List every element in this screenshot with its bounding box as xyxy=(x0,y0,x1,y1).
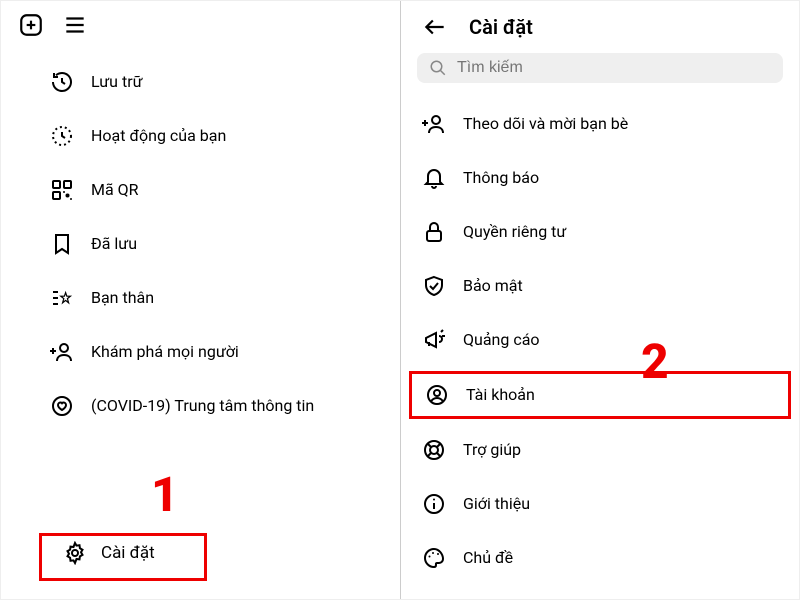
settings-item-security[interactable]: Bảo mật xyxy=(401,259,799,313)
menu-item-label: Lưu trữ xyxy=(91,72,380,91)
settings-item-label: Chủ đề xyxy=(463,548,779,567)
lock-icon xyxy=(421,219,447,245)
bottom-settings-container: Cài đặt xyxy=(49,531,169,575)
menu-item-label: Mã QR xyxy=(91,180,380,199)
settings-item-label: Thông báo xyxy=(463,168,779,187)
settings-item-label: Quyền riêng tư xyxy=(463,222,779,241)
shield-icon xyxy=(421,273,447,299)
archive-icon xyxy=(49,69,75,95)
bell-icon xyxy=(421,165,447,191)
info-icon xyxy=(421,491,447,517)
search-input[interactable] xyxy=(457,59,771,77)
menu-item-qr-code[interactable]: Mã QR xyxy=(1,163,400,217)
settings-item-label: Tài khoản xyxy=(466,385,776,404)
activity-icon xyxy=(49,123,75,149)
settings-panel: Cài đặt Theo dõi và mời bạn bè xyxy=(400,1,799,599)
profile-menu-list: Lưu trữ Hoạt động của bạn xyxy=(1,49,400,439)
hamburger-menu-button[interactable] xyxy=(61,11,89,39)
add-person-icon xyxy=(421,111,447,137)
settings-item-label: Quảng cáo xyxy=(463,330,779,349)
settings-item-ads[interactable]: Quảng cáo xyxy=(401,313,799,367)
menu-item-label: Hoạt động của bạn xyxy=(91,126,380,145)
callout-number-1: 1 xyxy=(151,466,179,523)
settings-item-label: Bảo mật xyxy=(463,276,779,295)
settings-item-label: Theo dõi và mời bạn bè xyxy=(463,114,779,133)
heart-circle-icon xyxy=(49,393,75,419)
account-icon xyxy=(424,382,450,408)
menu-item-close-friends[interactable]: Bạn thân xyxy=(1,271,400,325)
back-button[interactable] xyxy=(421,13,449,41)
menu-item-covid-info[interactable]: (COVID-19) Trung tâm thông tin xyxy=(1,379,400,433)
search-icon xyxy=(429,59,447,77)
top-bar xyxy=(1,1,400,49)
settings-label: Cài đặt xyxy=(101,543,155,563)
settings-item-follow-invite[interactable]: Theo dõi và mời bạn bè xyxy=(401,97,799,151)
menu-item-label: Đã lưu xyxy=(91,234,380,253)
lifebuoy-icon xyxy=(421,437,447,463)
settings-list: Theo dõi và mời bạn bè Thông báo Quyền r… xyxy=(401,91,799,591)
qr-icon xyxy=(49,177,75,203)
profile-menu-panel: Lưu trữ Hoạt động của bạn xyxy=(1,1,400,599)
megaphone-icon xyxy=(421,327,447,353)
settings-item-notifications[interactable]: Thông báo xyxy=(401,151,799,205)
menu-item-label: Bạn thân xyxy=(91,288,380,307)
settings-item-privacy[interactable]: Quyền riêng tư xyxy=(401,205,799,259)
menu-item-activity[interactable]: Hoạt động của bạn xyxy=(1,109,400,163)
settings-item-label: Trợ giúp xyxy=(463,440,779,459)
page-title: Cài đặt xyxy=(469,15,533,39)
add-person-icon xyxy=(49,339,75,365)
bookmark-icon xyxy=(49,231,75,257)
menu-item-label: Khám phá mọi người xyxy=(91,342,380,361)
menu-item-archive[interactable]: Lưu trữ xyxy=(1,55,400,109)
gear-icon xyxy=(63,541,87,565)
settings-item-account[interactable]: Tài khoản xyxy=(409,371,791,419)
menu-item-label: (COVID-19) Trung tâm thông tin xyxy=(91,396,380,415)
settings-item-about[interactable]: Giới thiệu xyxy=(401,477,799,531)
menu-item-saved[interactable]: Đã lưu xyxy=(1,217,400,271)
menu-item-discover-people[interactable]: Khám phá mọi người xyxy=(1,325,400,379)
menu-item-settings[interactable]: Cài đặt xyxy=(49,531,169,575)
settings-item-theme[interactable]: Chủ đề xyxy=(401,531,799,585)
create-post-button[interactable] xyxy=(17,11,45,39)
settings-item-label: Giới thiệu xyxy=(463,494,779,513)
search-bar[interactable] xyxy=(417,53,783,83)
palette-icon xyxy=(421,545,447,571)
settings-item-help[interactable]: Trợ giúp xyxy=(401,423,799,477)
settings-header: Cài đặt xyxy=(401,1,799,53)
close-friends-icon xyxy=(49,285,75,311)
